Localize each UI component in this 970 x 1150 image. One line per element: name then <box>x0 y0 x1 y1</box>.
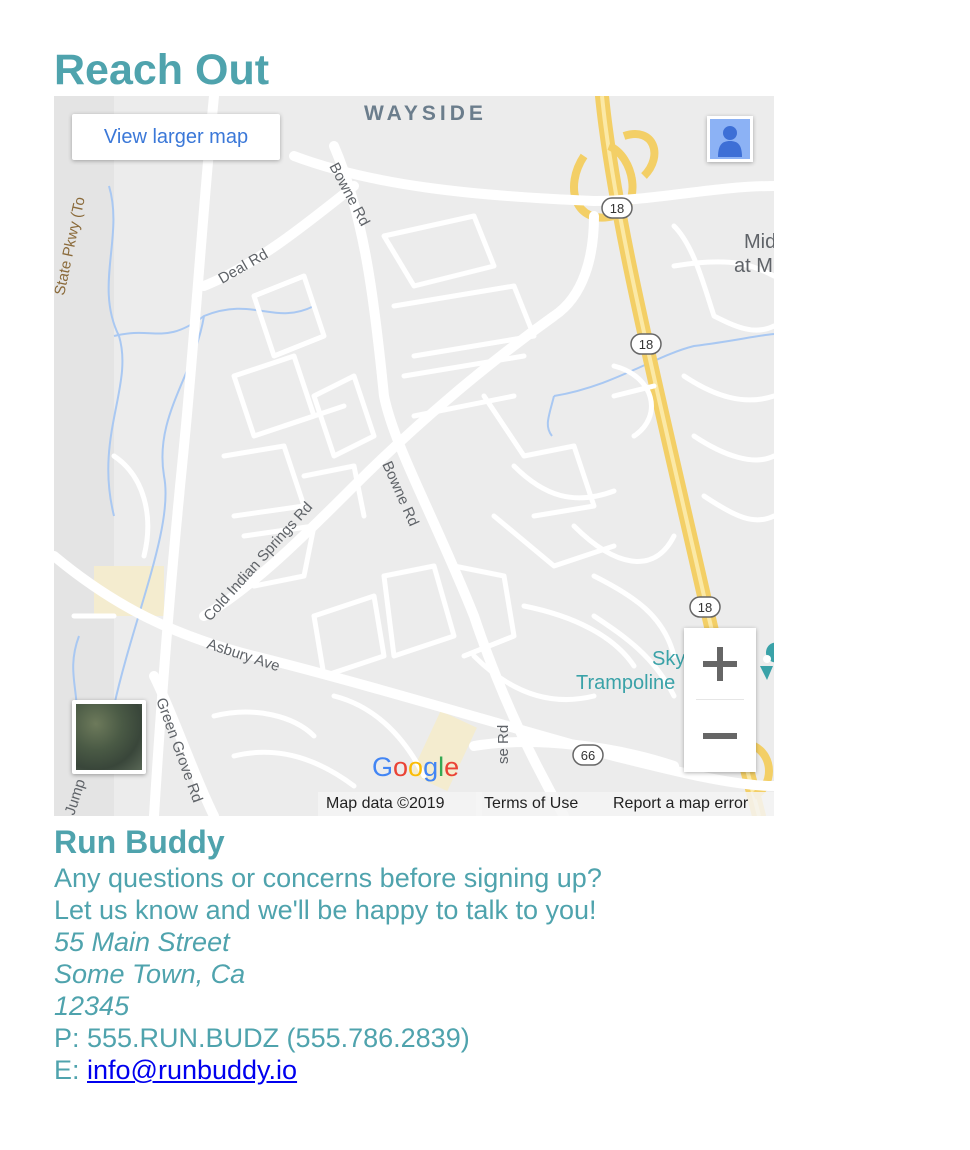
email-line: E: info@runbuddy.io <box>54 1054 754 1086</box>
route-shield: 18 <box>610 201 624 216</box>
street-view-pegman-button[interactable] <box>707 116 753 162</box>
route-shield: 18 <box>639 337 653 352</box>
terms-of-use-link[interactable]: Terms of Use <box>476 792 606 816</box>
address-street: 55 Main Street <box>54 927 230 957</box>
plus-icon <box>703 647 737 681</box>
street-label: se Rd <box>495 725 512 764</box>
place-label: Mid <box>744 231 774 253</box>
section-title: Reach Out <box>54 46 270 94</box>
report-map-error-link[interactable]: Report a map error <box>606 792 774 816</box>
minus-icon <box>703 733 737 739</box>
zoom-out-button[interactable] <box>684 700 756 772</box>
route-shield: 18 <box>698 600 712 615</box>
google-logo: Google <box>372 752 460 782</box>
email-prefix: E: <box>54 1055 88 1085</box>
address: 55 Main Street Some Town, Ca 12345 <box>54 926 754 1022</box>
satellite-view-toggle[interactable] <box>72 700 146 774</box>
contact-info: Run Buddy Any questions or concerns befo… <box>54 822 754 1086</box>
place-label: at M <box>734 255 773 277</box>
address-city: Some Town, Ca <box>54 959 246 989</box>
map-canvas[interactable]: 18 18 18 66 WAYSIDE State Pkwy (To Deal … <box>54 96 774 816</box>
satellite-thumbnail <box>76 704 142 770</box>
pegman-icon <box>710 119 750 159</box>
company-name: Run Buddy <box>54 824 225 860</box>
map-data-attribution: Map data ©2019 <box>318 792 482 816</box>
route-shield: 66 <box>581 748 595 763</box>
intro-line: Any questions or concerns before signing… <box>54 863 602 893</box>
area-label: WAYSIDE <box>364 102 487 125</box>
place-label: Sky <box>652 648 685 670</box>
zoom-in-button[interactable] <box>684 628 756 700</box>
email-link[interactable]: info@runbuddy.io <box>87 1055 297 1085</box>
page: Reach Out 18 18 18 66 WAYSIDE State Pkwy… <box>0 0 970 1150</box>
zoom-control <box>684 628 756 772</box>
map-embed[interactable]: 18 18 18 66 WAYSIDE State Pkwy (To Deal … <box>54 96 774 816</box>
view-larger-map-button[interactable]: View larger map <box>72 114 280 160</box>
address-zip: 12345 <box>54 991 130 1021</box>
phone: P: 555.RUN.BUDZ (555.786.2839) <box>54 1023 470 1053</box>
intro-line: Let us know and we'll be happy to talk t… <box>54 895 597 925</box>
place-label: Trampoline <box>576 672 675 694</box>
